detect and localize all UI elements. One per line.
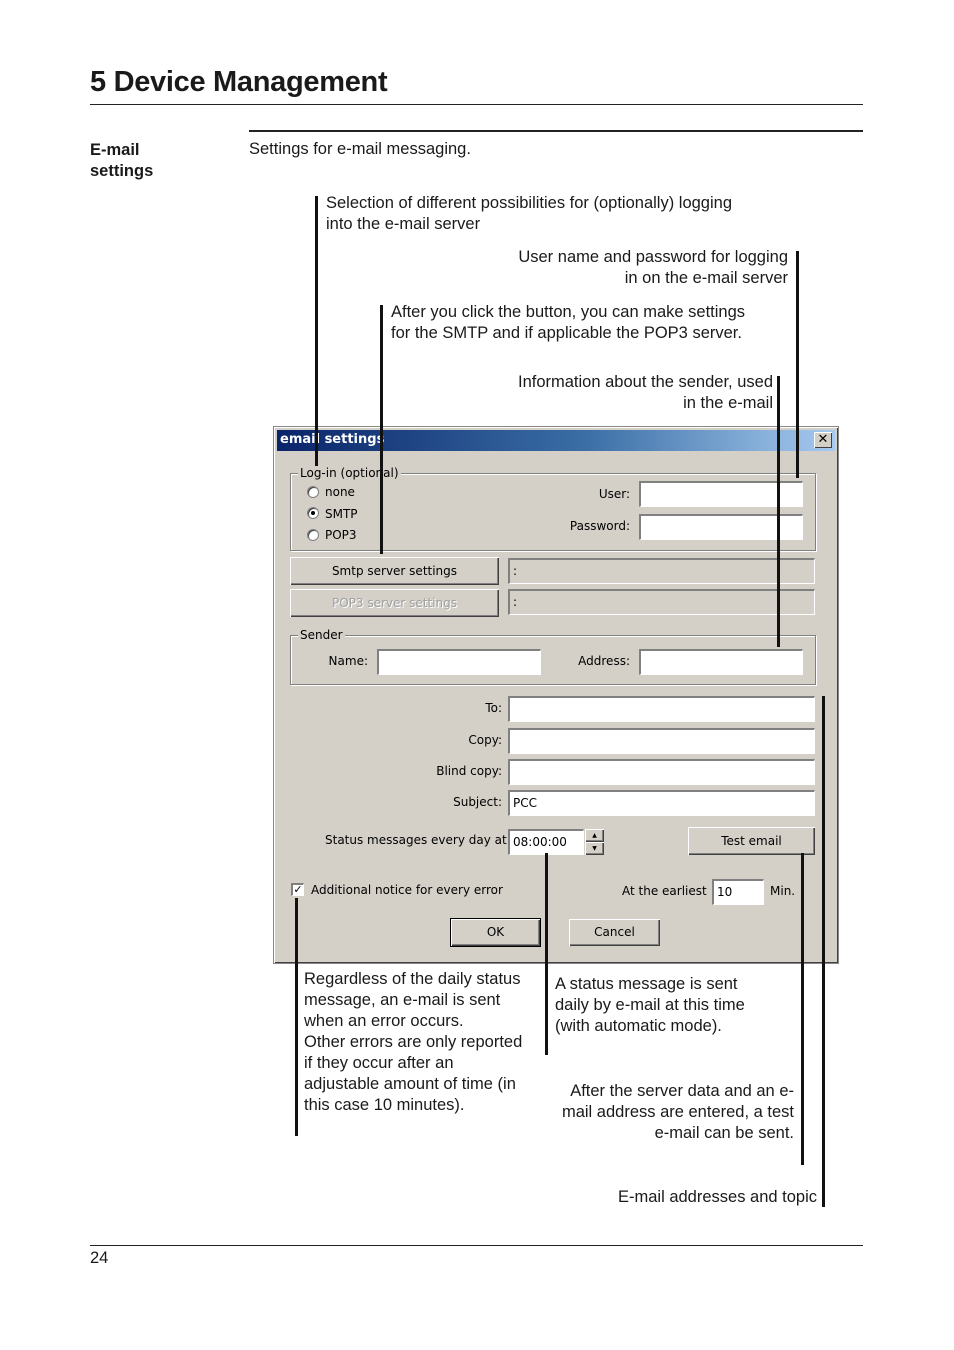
pointer-sender-info: [777, 376, 780, 647]
callout-line: when an error occurs.: [304, 1012, 464, 1030]
subject-label: Subject:: [453, 795, 502, 809]
earliest-input[interactable]: 10: [711, 878, 765, 906]
password-label: Password:: [569, 519, 630, 533]
callout-line: After you click the button, you can make…: [391, 303, 746, 321]
callout-status-time: A status message is sent daily by e-mail…: [555, 974, 745, 1037]
status-time-input[interactable]: 08:00:00: [507, 828, 585, 856]
pointer-addresses-topic: [822, 696, 825, 1207]
callout-login-selection: Selection of different possibilities for…: [326, 193, 732, 235]
sender-group-legend: Sender: [298, 628, 345, 642]
callout-line: (with automatic mode).: [555, 1017, 722, 1035]
header-rule: [90, 104, 863, 105]
cancel-button[interactable]: Cancel: [569, 919, 660, 946]
login-group-legend: Log-in (optional): [298, 466, 401, 480]
earliest-label: At the earliest: [622, 884, 707, 898]
earliest-unit: Min.: [770, 884, 796, 898]
blind-copy-label: Blind copy:: [436, 764, 502, 778]
pointer-login-selection: [315, 196, 318, 466]
ok-button[interactable]: OK: [450, 918, 541, 947]
pointer-error-notice: [295, 898, 298, 1136]
to-label: To:: [485, 701, 502, 715]
callout-line: message, an e-mail is sent: [304, 991, 501, 1009]
error-notice-checkbox[interactable]: ✓: [291, 883, 304, 896]
radio-smtp-label: SMTP: [325, 507, 358, 521]
page-number: 24: [90, 1249, 109, 1267]
blind-copy-input[interactable]: [507, 758, 816, 786]
radio-pop3-label: POP3: [325, 528, 357, 542]
callout-line: in on the e-mail server: [624, 269, 788, 287]
callout-smtp-button: After you click the button, you can make…: [391, 302, 745, 344]
section-intro: Settings for e-mail messaging.: [249, 140, 471, 158]
pop3-status-field: :: [507, 588, 816, 616]
callout-line: Other errors are only reported: [304, 1033, 523, 1051]
pop3-settings-button[interactable]: POP3 server settings: [290, 589, 499, 617]
sender-address-label: Address:: [578, 654, 630, 668]
status-time-label: Status messages every day at: [325, 833, 507, 847]
section-heading: E-mail settings: [90, 140, 153, 182]
radio-pop3[interactable]: [307, 529, 319, 541]
user-label: User:: [598, 487, 630, 501]
callout-line: A status message is sent: [555, 975, 738, 993]
error-notice-label: Additional notice for every error: [311, 883, 503, 897]
dialog-title: email settings: [280, 432, 385, 447]
pointer-user-password: [796, 251, 799, 478]
spin-up-icon[interactable]: ▲: [585, 829, 604, 842]
radio-selected-dot: [311, 511, 315, 515]
pointer-status-time: [545, 853, 548, 1055]
pointer-test-email: [801, 853, 804, 1165]
sender-name-input[interactable]: [376, 648, 542, 676]
subject-input[interactable]: PCC: [507, 789, 816, 817]
callout-line: if they occur after an: [304, 1054, 454, 1072]
callout-user-password: User name and password for logging in on…: [480, 247, 788, 289]
callout-line: Selection of different possibilities for…: [326, 194, 733, 212]
copy-input[interactable]: [507, 727, 816, 755]
close-icon[interactable]: ✕: [814, 432, 832, 448]
callout-line: adjustable amount of time (in: [304, 1075, 516, 1093]
smtp-settings-button[interactable]: Smtp server settings: [290, 557, 499, 585]
callout-sender-info: Information about the sender, used in th…: [470, 372, 773, 414]
email-settings-dialog: email settings ✕ Log-in (optional) none …: [273, 426, 839, 964]
callout-line: daily by e-mail at this time: [555, 996, 745, 1014]
callout-line: Regardless of the daily status: [304, 970, 521, 988]
sender-name-label: Name:: [328, 654, 368, 668]
callout-line: mail address are entered, a test: [561, 1103, 794, 1121]
radio-none-label: none: [325, 485, 355, 499]
footer-rule: [90, 1245, 863, 1246]
callout-line: in the e-mail: [683, 394, 773, 412]
smtp-status-field: :: [507, 557, 816, 585]
section-heading-line2: settings: [90, 162, 154, 180]
sender-address-input[interactable]: [638, 648, 804, 676]
callout-test-email: After the server data and an e- mail add…: [530, 1081, 794, 1144]
chapter-title: 5 Device Management: [90, 66, 388, 98]
callout-line: e-mail can be sent.: [654, 1124, 794, 1142]
radio-smtp[interactable]: [307, 507, 319, 519]
section-rule: [249, 130, 863, 132]
callout-line: User name and password for logging: [518, 248, 788, 266]
callout-addresses-topic: E-mail addresses and topic: [617, 1188, 817, 1206]
pointer-smtp-button: [380, 305, 383, 554]
callout-line: After the server data and an e-: [570, 1082, 794, 1100]
callout-line: for the SMTP and if applicable the POP3 …: [391, 324, 742, 342]
test-email-button[interactable]: Test email: [688, 827, 815, 855]
callout-line: into the e-mail server: [326, 215, 481, 233]
radio-none[interactable]: [307, 486, 319, 498]
callout-line: Information about the sender, used: [517, 373, 773, 391]
copy-label: Copy:: [468, 733, 502, 747]
check-icon: ✓: [293, 883, 303, 896]
spin-down-icon[interactable]: ▼: [585, 842, 604, 855]
dialog-titlebar: email settings ✕: [277, 430, 835, 451]
to-input[interactable]: [507, 695, 816, 723]
section-heading-line1: E-mail: [90, 141, 140, 159]
callout-line: this case 10 minutes).: [304, 1096, 465, 1114]
callout-error-notice: Regardless of the daily status message, …: [304, 969, 522, 1116]
